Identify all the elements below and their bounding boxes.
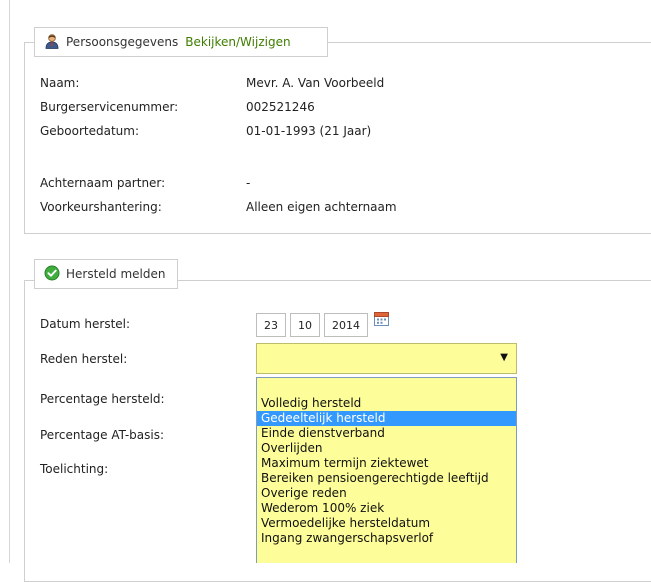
achternaam-partner-label: Achternaam partner:	[40, 176, 166, 190]
percentage-hersteld-label: Percentage hersteld:	[40, 392, 165, 406]
naam-value: Mevr. A. Van Voorbeeld	[246, 76, 385, 90]
option-overige-reden[interactable]: Overige reden	[257, 486, 516, 501]
option-overlijden[interactable]: Overlijden	[257, 441, 516, 456]
percentage-at-basis-label: Percentage AT-basis:	[40, 428, 165, 442]
option-gedeeltelijk-hersteld[interactable]: Gedeeltelijk hersteld	[257, 411, 516, 426]
reden-herstel-select[interactable]: ▼	[256, 343, 517, 374]
datum-year-input[interactable]: 2014	[324, 313, 368, 337]
option-einde-dienstverband[interactable]: Einde dienstverband	[257, 426, 516, 441]
naam-label: Naam:	[40, 76, 80, 90]
option-wederom-ziek[interactable]: Wederom 100% ziek	[257, 501, 516, 516]
option-volledig-hersteld[interactable]: Volledig hersteld	[257, 396, 516, 411]
bekijken-wijzigen-link[interactable]: Bekijken/Wijzigen	[185, 35, 290, 49]
option-zwangerschapsverlof[interactable]: Ingang zwangerschapsverlof	[257, 531, 516, 546]
legend-title: Hersteld melden	[66, 267, 166, 281]
achternaam-partner-value: -	[246, 176, 251, 190]
bsn-value: 002521246	[246, 100, 315, 114]
option-pensioengerechtigde-leeftijd[interactable]: Bereiken pensioengerechtigde leeftijd	[257, 471, 516, 486]
voorkeurshantering-label: Voorkeurshantering:	[40, 200, 162, 214]
dropdown-arrow-icon[interactable]: ▼	[500, 352, 508, 363]
option-maximum-termijn-ziektewet[interactable]: Maximum termijn ziektewet	[257, 456, 516, 471]
check-circle-icon	[44, 265, 60, 284]
option-vermoedelijke-hersteldatum[interactable]: Vermoedelijke hersteldatum	[257, 516, 516, 531]
voorkeurshantering-value: Alleen eigen achternaam	[246, 200, 397, 214]
datum-month-input[interactable]: 10	[290, 313, 320, 337]
toelichting-label: Toelichting:	[40, 462, 109, 476]
reden-herstel-options-list[interactable]: Volledig hersteld Gedeeltelijk hersteld …	[256, 377, 517, 563]
person-icon	[44, 33, 60, 52]
page-left-border	[9, 0, 10, 563]
hersteld-melden-legend: Hersteld melden	[34, 259, 178, 289]
geboortedatum-value: 01-01-1993 (21 Jaar)	[246, 124, 372, 138]
datum-herstel-label: Datum herstel:	[40, 317, 131, 331]
datum-day-input[interactable]: 23	[256, 313, 286, 337]
geboortedatum-label: Geboortedatum:	[40, 124, 140, 138]
calendar-icon[interactable]	[374, 312, 389, 326]
reden-herstel-label: Reden herstel:	[40, 352, 128, 366]
legend-title: Persoonsgegevens	[66, 35, 179, 49]
bsn-label: Burgerservicenummer:	[40, 100, 179, 114]
persoonsgegevens-legend: Persoonsgegevens Bekijken/Wijzigen	[34, 27, 328, 57]
